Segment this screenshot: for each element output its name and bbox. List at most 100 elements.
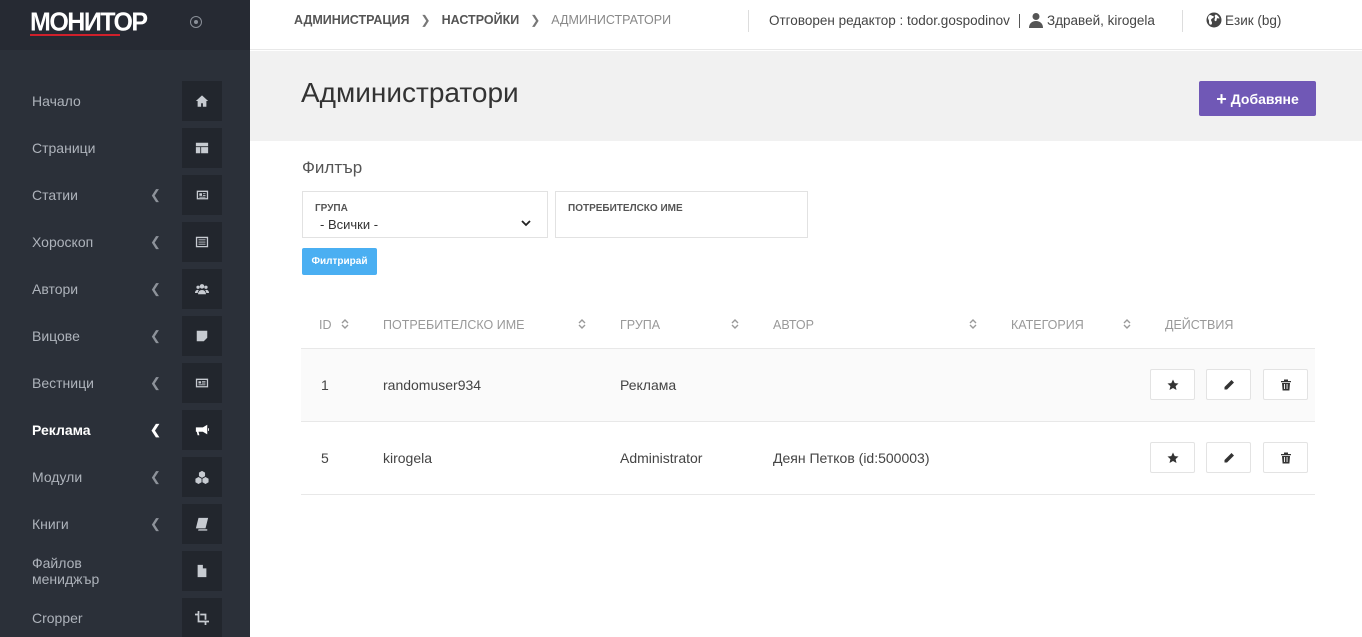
trash-icon: [1280, 452, 1291, 463]
topbar: АДМИНИСТРАЦИЯ ❯ НАСТРОЙКИ ❯ АДМИНИСТРАТО…: [250, 0, 1362, 50]
bullhorn-icon: [182, 410, 222, 450]
chevron-left-icon: ❮: [150, 234, 161, 249]
users-icon: [182, 269, 222, 309]
sidebar-item-ads[interactable]: Реклама ❮: [0, 410, 250, 450]
user-icon: [1029, 13, 1043, 28]
chevron-left-icon: ❮: [150, 187, 161, 202]
book-icon: [182, 504, 222, 544]
divider: [748, 10, 749, 32]
edit-button[interactable]: [1206, 369, 1251, 400]
sort-icon[interactable]: [341, 318, 349, 330]
star-button[interactable]: [1150, 442, 1195, 473]
sidebar-item-label: Файлов мениджър: [32, 555, 100, 587]
file-icon: [182, 551, 222, 591]
user-menu[interactable]: Здравей, kirogela: [1028, 12, 1155, 28]
newspaper-icon: [182, 175, 222, 215]
sidebar-item-pages[interactable]: Страници: [0, 128, 250, 168]
group-value: - Всички -: [320, 217, 379, 232]
column-header-id[interactable]: ID: [319, 318, 332, 332]
filter-button[interactable]: Филтрирай: [302, 248, 377, 275]
divider: [1182, 10, 1183, 32]
delete-button[interactable]: [1263, 442, 1308, 473]
chevron-left-icon: ❮: [150, 516, 161, 531]
breadcrumb: АДМИНИСТРАЦИЯ ❯ НАСТРОЙКИ ❯ АДМИНИСТРАТО…: [294, 13, 671, 27]
chevron-left-icon: ❮: [150, 469, 161, 484]
home-icon: [182, 81, 222, 121]
add-button[interactable]: + Добавяне: [1199, 81, 1316, 116]
sidebar-item-jokes[interactable]: Вицове ❮: [0, 316, 250, 356]
chevron-right-icon: ❯: [420, 13, 431, 27]
sidebar-item-horoscope[interactable]: Хороскоп ❮: [0, 222, 250, 262]
sidebar-item-label: Вестници: [32, 375, 94, 391]
cell-id: 1: [321, 377, 329, 393]
language-selector[interactable]: Език (bg): [1206, 12, 1281, 28]
sidebar-toggle-icon[interactable]: [190, 16, 202, 28]
sidebar-item-label: Страници: [32, 140, 96, 156]
pencil-icon: [1223, 452, 1234, 463]
sort-icon[interactable]: [969, 318, 977, 330]
column-header-group[interactable]: ГРУПА: [620, 318, 660, 332]
username-label: ПОТРЕБИТЕЛСКО ИМЕ: [568, 203, 683, 214]
star-icon: [1167, 452, 1178, 463]
sort-icon[interactable]: [1123, 318, 1131, 330]
group-label: ГРУПА: [315, 203, 348, 214]
page-title: Администратори: [301, 77, 519, 108]
star-button[interactable]: [1150, 369, 1195, 400]
breadcrumb-settings[interactable]: НАСТРОЙКИ: [442, 13, 520, 27]
sidebar-header: МОНИТОР: [0, 0, 250, 50]
sidebar-item-label: Автори: [32, 281, 79, 297]
column-header-actions: ДЕЙСТВИЯ: [1165, 318, 1234, 332]
add-button-label: Добавяне: [1230, 90, 1299, 107]
filter-title: Филтър: [302, 158, 363, 177]
sort-icon[interactable]: [731, 318, 739, 330]
divider: [1019, 14, 1020, 28]
chevron-left-icon: ❮: [150, 422, 161, 437]
newspaper-alt-icon: [182, 363, 222, 403]
sidebar-item-file-manager[interactable]: Файлов мениджър: [0, 551, 250, 591]
plus-icon: +: [1216, 88, 1227, 109]
column-header-category[interactable]: КАТЕГОРИЯ: [1011, 318, 1084, 332]
table-row: 1 randomuser934 Реклама: [301, 348, 1315, 421]
cell-group: Реклама: [620, 377, 677, 393]
cell-username: randomuser934: [383, 377, 482, 393]
sidebar-item-newspapers[interactable]: Вестници ❮: [0, 363, 250, 403]
sidebar-item-label: Вицове: [32, 328, 80, 344]
sort-icon[interactable]: [578, 318, 586, 330]
breadcrumb-administration[interactable]: АДМИНИСТРАЦИЯ: [294, 13, 410, 27]
sticky-note-icon: [182, 316, 222, 356]
sidebar-item-label: Статии: [32, 187, 78, 203]
edit-button[interactable]: [1206, 442, 1251, 473]
sidebar-item-label: Книги: [32, 516, 69, 532]
sidebar-item-label: Реклама: [32, 422, 91, 438]
username-field[interactable]: ПОТРЕБИТЕЛСКО ИМЕ: [555, 191, 808, 238]
chevron-left-icon: ❮: [150, 281, 161, 296]
cell-username: kirogela: [383, 450, 433, 466]
cell-author: Деян Петков (id:500003): [773, 450, 930, 466]
column-header-username[interactable]: ПОТРЕБИТЕЛСКО ИМЕ: [383, 318, 524, 332]
group-select[interactable]: ГРУПА - Всички -: [302, 191, 548, 238]
sidebar-item-label: Модули: [32, 469, 83, 485]
sidebar-item-modules[interactable]: Модули ❮: [0, 457, 250, 497]
chevron-down-icon: [521, 220, 531, 227]
breadcrumb-administrators: АДМИНИСТРАТОРИ: [551, 13, 672, 27]
table-bottom-border: [301, 494, 1315, 495]
trash-icon: [1280, 379, 1291, 390]
chevron-right-icon: ❯: [530, 13, 541, 27]
sidebar-item-articles[interactable]: Статии ❮: [0, 175, 250, 215]
sidebar-item-label: Cropper: [32, 610, 83, 626]
layout-icon: [182, 128, 222, 168]
pencil-icon: [1223, 379, 1234, 390]
delete-button[interactable]: [1263, 369, 1308, 400]
sidebar-item-home[interactable]: Начало: [0, 81, 250, 121]
responsible-editor: Отговорен редактор : todor.gospodinov: [769, 13, 1010, 28]
table-row: 5 kirogela Administrator Деян Петков (id…: [301, 421, 1315, 494]
crop-icon: [182, 598, 222, 637]
sidebar-item-books[interactable]: Книги ❮: [0, 504, 250, 544]
sidebar-item-authors[interactable]: Автори ❮: [0, 269, 250, 309]
column-header-author[interactable]: АВТОР: [773, 318, 814, 332]
page-header: Администратори + Добавяне: [250, 51, 1362, 141]
sidebar-item-cropper[interactable]: Cropper: [0, 598, 250, 637]
user-greeting: Здравей, kirogela: [1047, 12, 1155, 28]
cubes-icon: [182, 457, 222, 497]
sidebar: МОНИТОР Начало Страници Статии ❮ Хороско…: [0, 0, 250, 637]
